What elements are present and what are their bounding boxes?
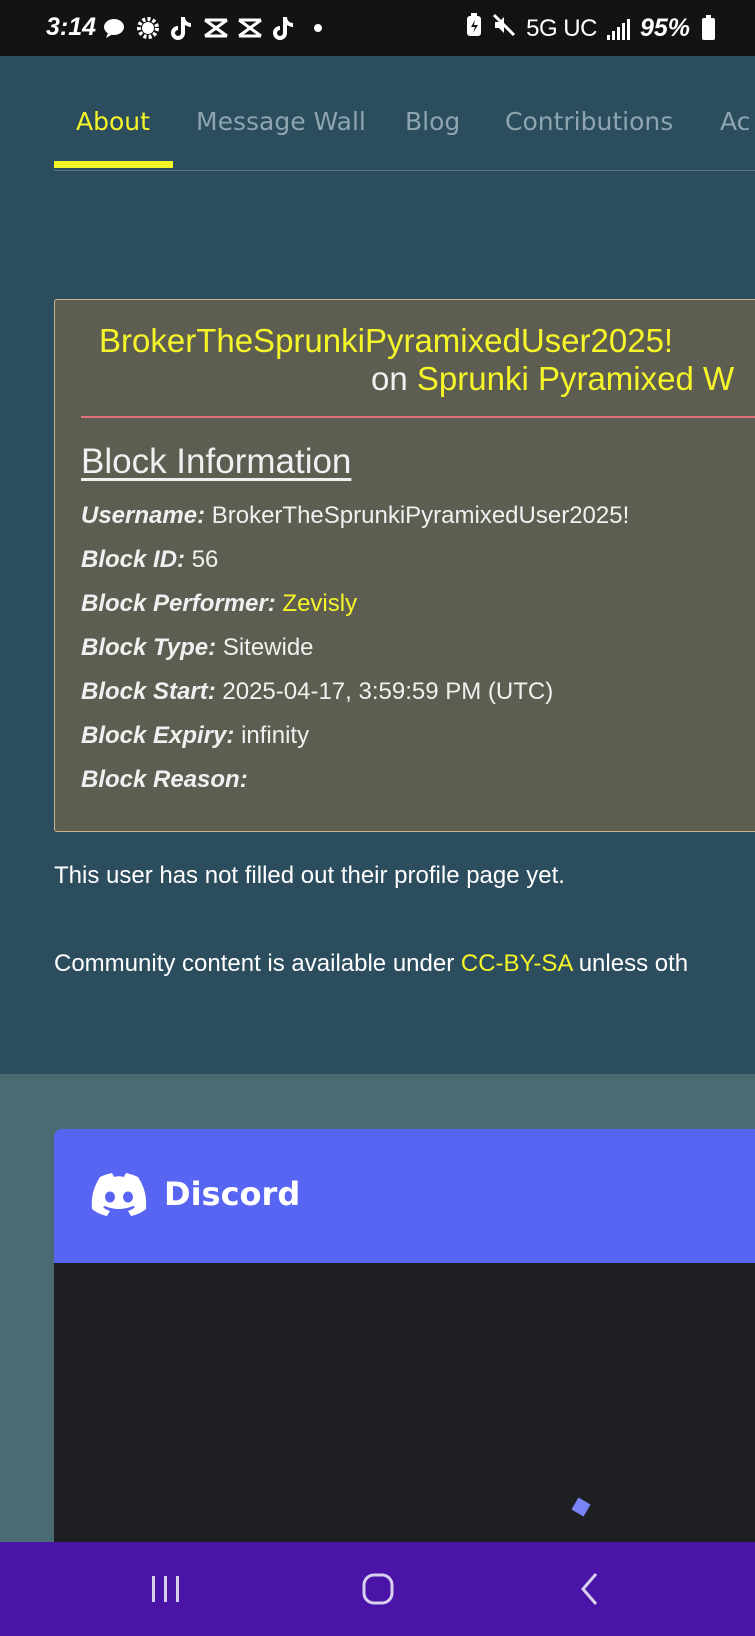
chat-bubble-icon (100, 14, 128, 42)
discord-body (54, 1263, 755, 1542)
home-icon (362, 1573, 394, 1605)
status-bar: 3:14 5G UC 95% (0, 0, 755, 56)
signal-icon (606, 18, 630, 40)
discord-label: Discord (164, 1175, 301, 1213)
row-value: 56 (191, 546, 219, 573)
home-button[interactable] (348, 1562, 408, 1616)
row-value: 2025-04-17, 3:59:59 PM (UTC) (222, 678, 554, 705)
license-suffix: unless oth (572, 950, 689, 977)
row-value: BrokerTheSprunkiPyramixedUser2025! (211, 502, 630, 529)
tiktok-icon (168, 14, 196, 42)
battery-level: 95% (639, 14, 690, 42)
row-block-reason: Block Reason: (81, 766, 248, 794)
active-tab-indicator (54, 161, 173, 168)
row-value: infinity (241, 722, 310, 749)
network-type: 5G UC (526, 14, 597, 42)
tab-activity[interactable]: Ac (720, 107, 750, 136)
profile-empty-note: This user has not filled out their profi… (54, 862, 565, 889)
back-button[interactable] (560, 1562, 620, 1616)
system-nav-bar (0, 1542, 755, 1636)
loading-diamond-icon (571, 1497, 591, 1517)
on-text: on (371, 360, 408, 397)
row-block-start: Block Start: 2025-04-17, 3:59:59 PM (UTC… (81, 678, 553, 706)
row-label: Block ID: (81, 546, 186, 573)
performer-link[interactable]: Zevisly (282, 590, 357, 617)
row-value: Sitewide (222, 634, 314, 661)
row-label: Block Expiry: (81, 722, 235, 749)
row-block-type: Block Type: Sitewide (81, 634, 314, 662)
license-link[interactable]: CC-BY-SA (461, 950, 572, 977)
wiki-link[interactable]: Sprunki Pyramixed W (417, 360, 734, 397)
discord-header: Discord (54, 1129, 755, 1263)
status-right: 5G UC 95% (466, 13, 715, 44)
status-time: 3:14 (46, 13, 97, 41)
notification-icons (100, 14, 332, 42)
mute-icon (492, 13, 516, 44)
capcut-icon (236, 14, 264, 42)
settings-gear-icon (134, 14, 162, 42)
battery-saver-icon (466, 13, 482, 44)
discord-widget[interactable]: Discord (54, 1129, 755, 1542)
tab-message-wall[interactable]: Message Wall (196, 107, 366, 136)
recent-apps-icon (152, 1576, 179, 1602)
block-info-box: BrokerTheSprunkiPyramixedUser2025! on Sp… (54, 299, 755, 832)
block-info-heading: Block Information (81, 442, 352, 481)
tab-about[interactable]: About (76, 107, 150, 136)
row-label: Block Reason: (81, 766, 248, 793)
row-block-performer: Block Performer: Zevisly (81, 590, 357, 618)
license-prefix: Community content is available under (54, 950, 461, 977)
capcut-icon (202, 14, 230, 42)
battery-icon (702, 14, 715, 40)
profile-tabs: About Message Wall Blog Contributions Ac (54, 100, 755, 171)
row-username: Username: BrokerTheSprunkiPyramixedUser2… (81, 502, 629, 530)
recent-apps-button[interactable] (136, 1562, 196, 1616)
discord-logo-icon (90, 1173, 148, 1221)
row-block-id: Block ID: 56 (81, 546, 218, 574)
row-block-expiry: Block Expiry: infinity (81, 722, 309, 750)
tab-contributions[interactable]: Contributions (505, 107, 673, 136)
blocked-username-link[interactable]: BrokerTheSprunkiPyramixedUser2025! (99, 322, 673, 360)
tiktok-icon (270, 14, 298, 42)
row-label: Block Performer: (81, 590, 276, 617)
divider (81, 416, 755, 418)
more-dot-icon (304, 14, 332, 42)
license-notice: Community content is available under CC-… (54, 950, 688, 978)
back-icon (581, 1573, 598, 1605)
row-label: Username: (81, 502, 206, 529)
tab-blog[interactable]: Blog (405, 107, 460, 136)
block-wiki-line: on Sprunki Pyramixed W (371, 360, 734, 398)
row-label: Block Type: (81, 634, 217, 661)
row-label: Block Start: (81, 678, 216, 705)
